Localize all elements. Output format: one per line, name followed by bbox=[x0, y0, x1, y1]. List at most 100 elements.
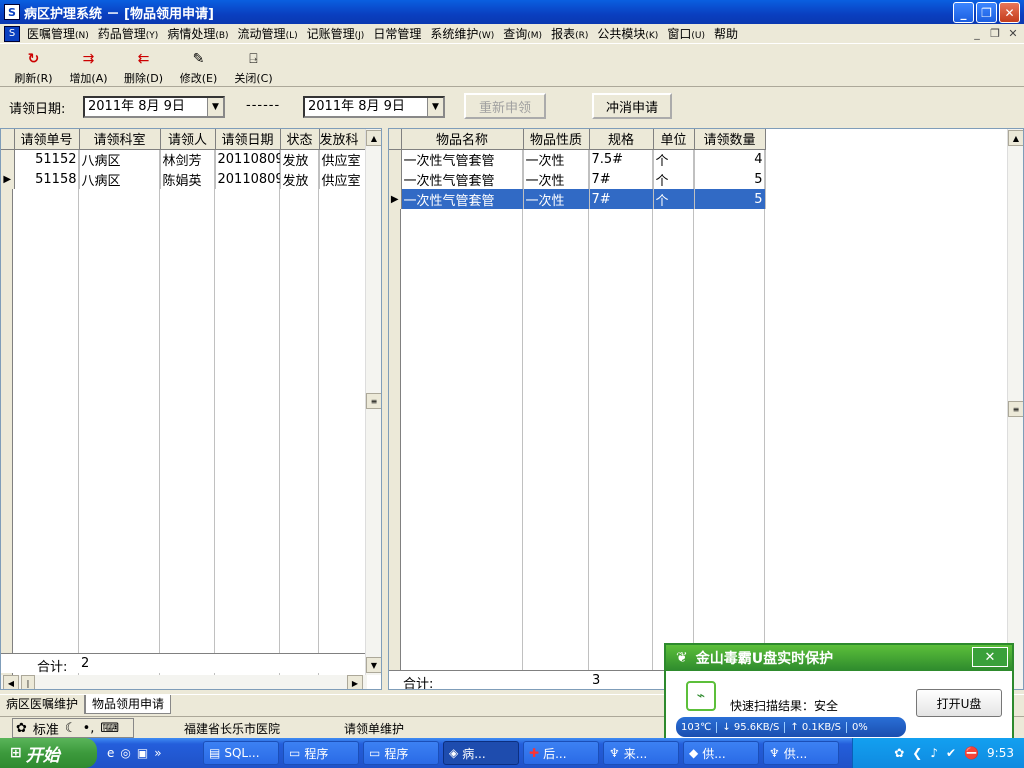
mdi-close-button[interactable]: ✕ bbox=[1006, 26, 1020, 40]
popup-close-button[interactable]: ✕ bbox=[972, 647, 1008, 667]
menu-item-daily[interactable]: 日常管理 bbox=[370, 25, 427, 42]
open-usb-button[interactable]: 打开U盘 bbox=[916, 689, 1002, 717]
moon-icon[interactable]: ☾ bbox=[65, 721, 77, 736]
col-header-item-name[interactable]: 物品名称 bbox=[401, 129, 524, 150]
chevron-down-icon[interactable]: ▼ bbox=[207, 98, 223, 116]
scroll-left-icon[interactable]: ◀ bbox=[3, 675, 19, 689]
close-button[interactable]: ✕ bbox=[999, 2, 1020, 23]
usb-protection-popup: ❦ 金山毒霸U盘实时保护 ✕ ⌁ 快速扫描结果：安全 打开U盘 103℃ ↓ 9… bbox=[664, 643, 1014, 740]
tab-item-request[interactable]: 物品领用申请 bbox=[85, 695, 172, 714]
left-vertical-scrollbar[interactable]: ▲ ≡ ▼ bbox=[365, 129, 381, 675]
date-to-picker[interactable]: 2011年 8月 9日 ▼ bbox=[303, 96, 445, 118]
close-tool-button[interactable]: ⍈ 关闭(C) bbox=[226, 45, 281, 86]
delete-row-icon: ⇇ bbox=[137, 51, 150, 67]
stop-icon[interactable]: ⛔ bbox=[964, 746, 979, 760]
back-arrow-icon[interactable]: ❮ bbox=[912, 746, 922, 760]
add-row-icon: ⇉ bbox=[82, 51, 95, 67]
ime-logo-icon: ✿ bbox=[16, 720, 27, 736]
keyboard-icon[interactable]: ⌨ bbox=[100, 721, 119, 736]
tab-order-maintenance[interactable]: 病区医嘱维护 bbox=[0, 695, 86, 714]
minimize-button[interactable]: _ bbox=[953, 2, 974, 23]
scroll-up-icon[interactable]: ▲ bbox=[1008, 130, 1023, 146]
table-row[interactable]: 一次性气管套管 一次性 7.5# 个 4 bbox=[389, 149, 766, 169]
task-program-2[interactable]: ▭ 程序 bbox=[363, 741, 439, 765]
col-header-qty[interactable]: 请领数量 bbox=[694, 129, 766, 150]
delete-button[interactable]: ⇇ 删除(D) bbox=[116, 45, 171, 86]
task-program-1[interactable]: ▭ 程序 bbox=[283, 741, 359, 765]
usb-drive-icon: ⌁ bbox=[686, 681, 716, 711]
sql-icon: ▤ bbox=[209, 746, 221, 760]
menu-bar: S 医嘱管理(N) 药品管理(Y) 病情处理(B) 流动管理(L) 记账管理(J… bbox=[0, 24, 1024, 44]
table-row[interactable]: 51152 八病区 林剑芳 20110809 发放 供应室 bbox=[1, 149, 368, 169]
toolbar: ↻ 刷新(R) ⇉ 增加(A) ⇇ 删除(D) ✎ 修改(E) ⍈ 关闭(C) bbox=[0, 45, 1024, 87]
menu-item-drugs[interactable]: 药品管理(Y) bbox=[95, 25, 165, 42]
col-header-item-nature[interactable]: 物品性质 bbox=[523, 129, 590, 150]
task-incoming[interactable]: ♆ 来... bbox=[603, 741, 679, 765]
task-supply-1[interactable]: ◆ 供... bbox=[683, 741, 759, 765]
scroll-thumb[interactable]: ≡ bbox=[1008, 401, 1023, 417]
mdi-minimize-button[interactable]: _ bbox=[970, 26, 984, 40]
system-tray: ✿ ❮ ♪ ✔ ⛔ 9:53 bbox=[852, 738, 1024, 768]
col-header-supply[interactable]: 发放科 bbox=[319, 129, 368, 150]
date-from-picker[interactable]: 2011年 8月 9日 ▼ bbox=[83, 96, 225, 118]
cancel-request-button[interactable]: 冲消申请 bbox=[592, 93, 672, 119]
mdi-icon[interactable]: S bbox=[4, 25, 20, 42]
left-horizontal-scrollbar[interactable]: ◀ | ▶ bbox=[1, 675, 367, 689]
title-bar[interactable]: S 病区护理系统 － [物品领用申请] _ ❐ ✕ bbox=[0, 0, 1024, 24]
col-header-request-id[interactable]: 请领单号 bbox=[14, 129, 80, 150]
menu-item-window[interactable]: 窗口(U) bbox=[664, 25, 711, 42]
browser-icon[interactable]: ◎ bbox=[120, 746, 130, 760]
col-header-spec[interactable]: 规格 bbox=[589, 129, 654, 150]
scroll-thumb[interactable]: | bbox=[21, 675, 35, 689]
start-button[interactable]: ⊞ 开始 bbox=[0, 738, 97, 768]
task-ward[interactable]: ◈ 病... bbox=[443, 741, 519, 765]
task-supply-2[interactable]: ♆ 供... bbox=[763, 741, 839, 765]
menu-item-reports[interactable]: 报表(R) bbox=[548, 25, 594, 42]
restore-button[interactable]: ❐ bbox=[976, 2, 997, 23]
col-header-unit[interactable]: 单位 bbox=[653, 129, 695, 150]
app-window: S 病区护理系统 － [物品领用申请] _ ❐ ✕ S 医嘱管理(N) 药品管理… bbox=[0, 0, 1024, 768]
col-header-date[interactable]: 请领日期 bbox=[215, 129, 281, 150]
menu-item-query[interactable]: 查询(M) bbox=[500, 25, 548, 42]
scroll-up-icon[interactable]: ▲ bbox=[366, 130, 381, 146]
scroll-right-icon[interactable]: ▶ bbox=[347, 675, 363, 689]
clock[interactable]: 9:53 bbox=[987, 746, 1014, 760]
table-row[interactable]: 一次性气管套管 一次性 7# 个 5 bbox=[389, 169, 766, 189]
date-filter: 请领日期: 2011年 8月 9日 ▼ ------ 2011年 8月 9日 ▼… bbox=[0, 88, 1024, 126]
menu-item-common[interactable]: 公共模块(K) bbox=[594, 25, 664, 42]
scroll-thumb[interactable]: ≡ bbox=[366, 393, 381, 409]
table-row[interactable]: ▶ 51158 八病区 陈娟英 20110809 发放 供应室 bbox=[1, 169, 368, 189]
punctuation-icon[interactable]: •, bbox=[83, 721, 95, 736]
col-header-dept[interactable]: 请领科室 bbox=[79, 129, 161, 150]
reapply-button[interactable]: 重新申领 bbox=[464, 93, 546, 119]
desktop-icon[interactable]: ▣ bbox=[137, 746, 148, 760]
edit-button[interactable]: ✎ 修改(E) bbox=[171, 45, 226, 86]
menu-item-flow[interactable]: 流动管理(L) bbox=[235, 25, 304, 42]
add-button[interactable]: ⇉ 增加(A) bbox=[61, 45, 116, 86]
ime-toolbar[interactable]: ✿ 标准 ☾ •, ⌨ bbox=[12, 718, 134, 738]
kingsoft-logo-icon: ❦ bbox=[676, 650, 688, 666]
menu-item-help[interactable]: 帮助 bbox=[711, 25, 744, 42]
menu-item-orders[interactable]: 医嘱管理(N) bbox=[24, 25, 95, 42]
col-header-person[interactable]: 请领人 bbox=[160, 129, 216, 150]
refresh-button[interactable]: ↻ 刷新(R) bbox=[6, 45, 61, 86]
mdi-restore-button[interactable]: ❐ bbox=[988, 26, 1002, 40]
menu-item-system[interactable]: 系统维护(W) bbox=[427, 25, 500, 42]
ie-icon[interactable]: e bbox=[107, 746, 114, 760]
more-chevron-icon[interactable]: » bbox=[154, 746, 161, 760]
edit-icon: ✎ bbox=[192, 51, 205, 67]
task-backend[interactable]: ✚ 后... bbox=[523, 741, 599, 765]
menu-item-conditions[interactable]: 病情处理(B) bbox=[164, 25, 234, 42]
refresh-icon: ↻ bbox=[27, 51, 40, 67]
scroll-down-icon[interactable]: ▼ bbox=[366, 657, 381, 673]
table-row-selected[interactable]: ▶ 一次性气管套管 一次性 7# 个 5 bbox=[389, 189, 766, 209]
task-sql[interactable]: ▤ SQL... bbox=[203, 741, 279, 765]
network-monitor: 103℃ ↓ 95.6KB/S ↑ 0.1KB/S 0% bbox=[676, 717, 906, 737]
ime-tray-icon[interactable]: ✿ bbox=[894, 746, 904, 760]
right-vertical-scrollbar[interactable]: ▲ ≡ bbox=[1007, 129, 1023, 689]
col-header-status[interactable]: 状态 bbox=[280, 129, 320, 150]
chevron-down-icon[interactable]: ▼ bbox=[427, 98, 443, 116]
menu-item-accounting[interactable]: 记账管理(J) bbox=[304, 25, 371, 42]
volume-icon[interactable]: ♪ bbox=[930, 746, 938, 760]
check-shield-icon[interactable]: ✔ bbox=[946, 746, 956, 760]
